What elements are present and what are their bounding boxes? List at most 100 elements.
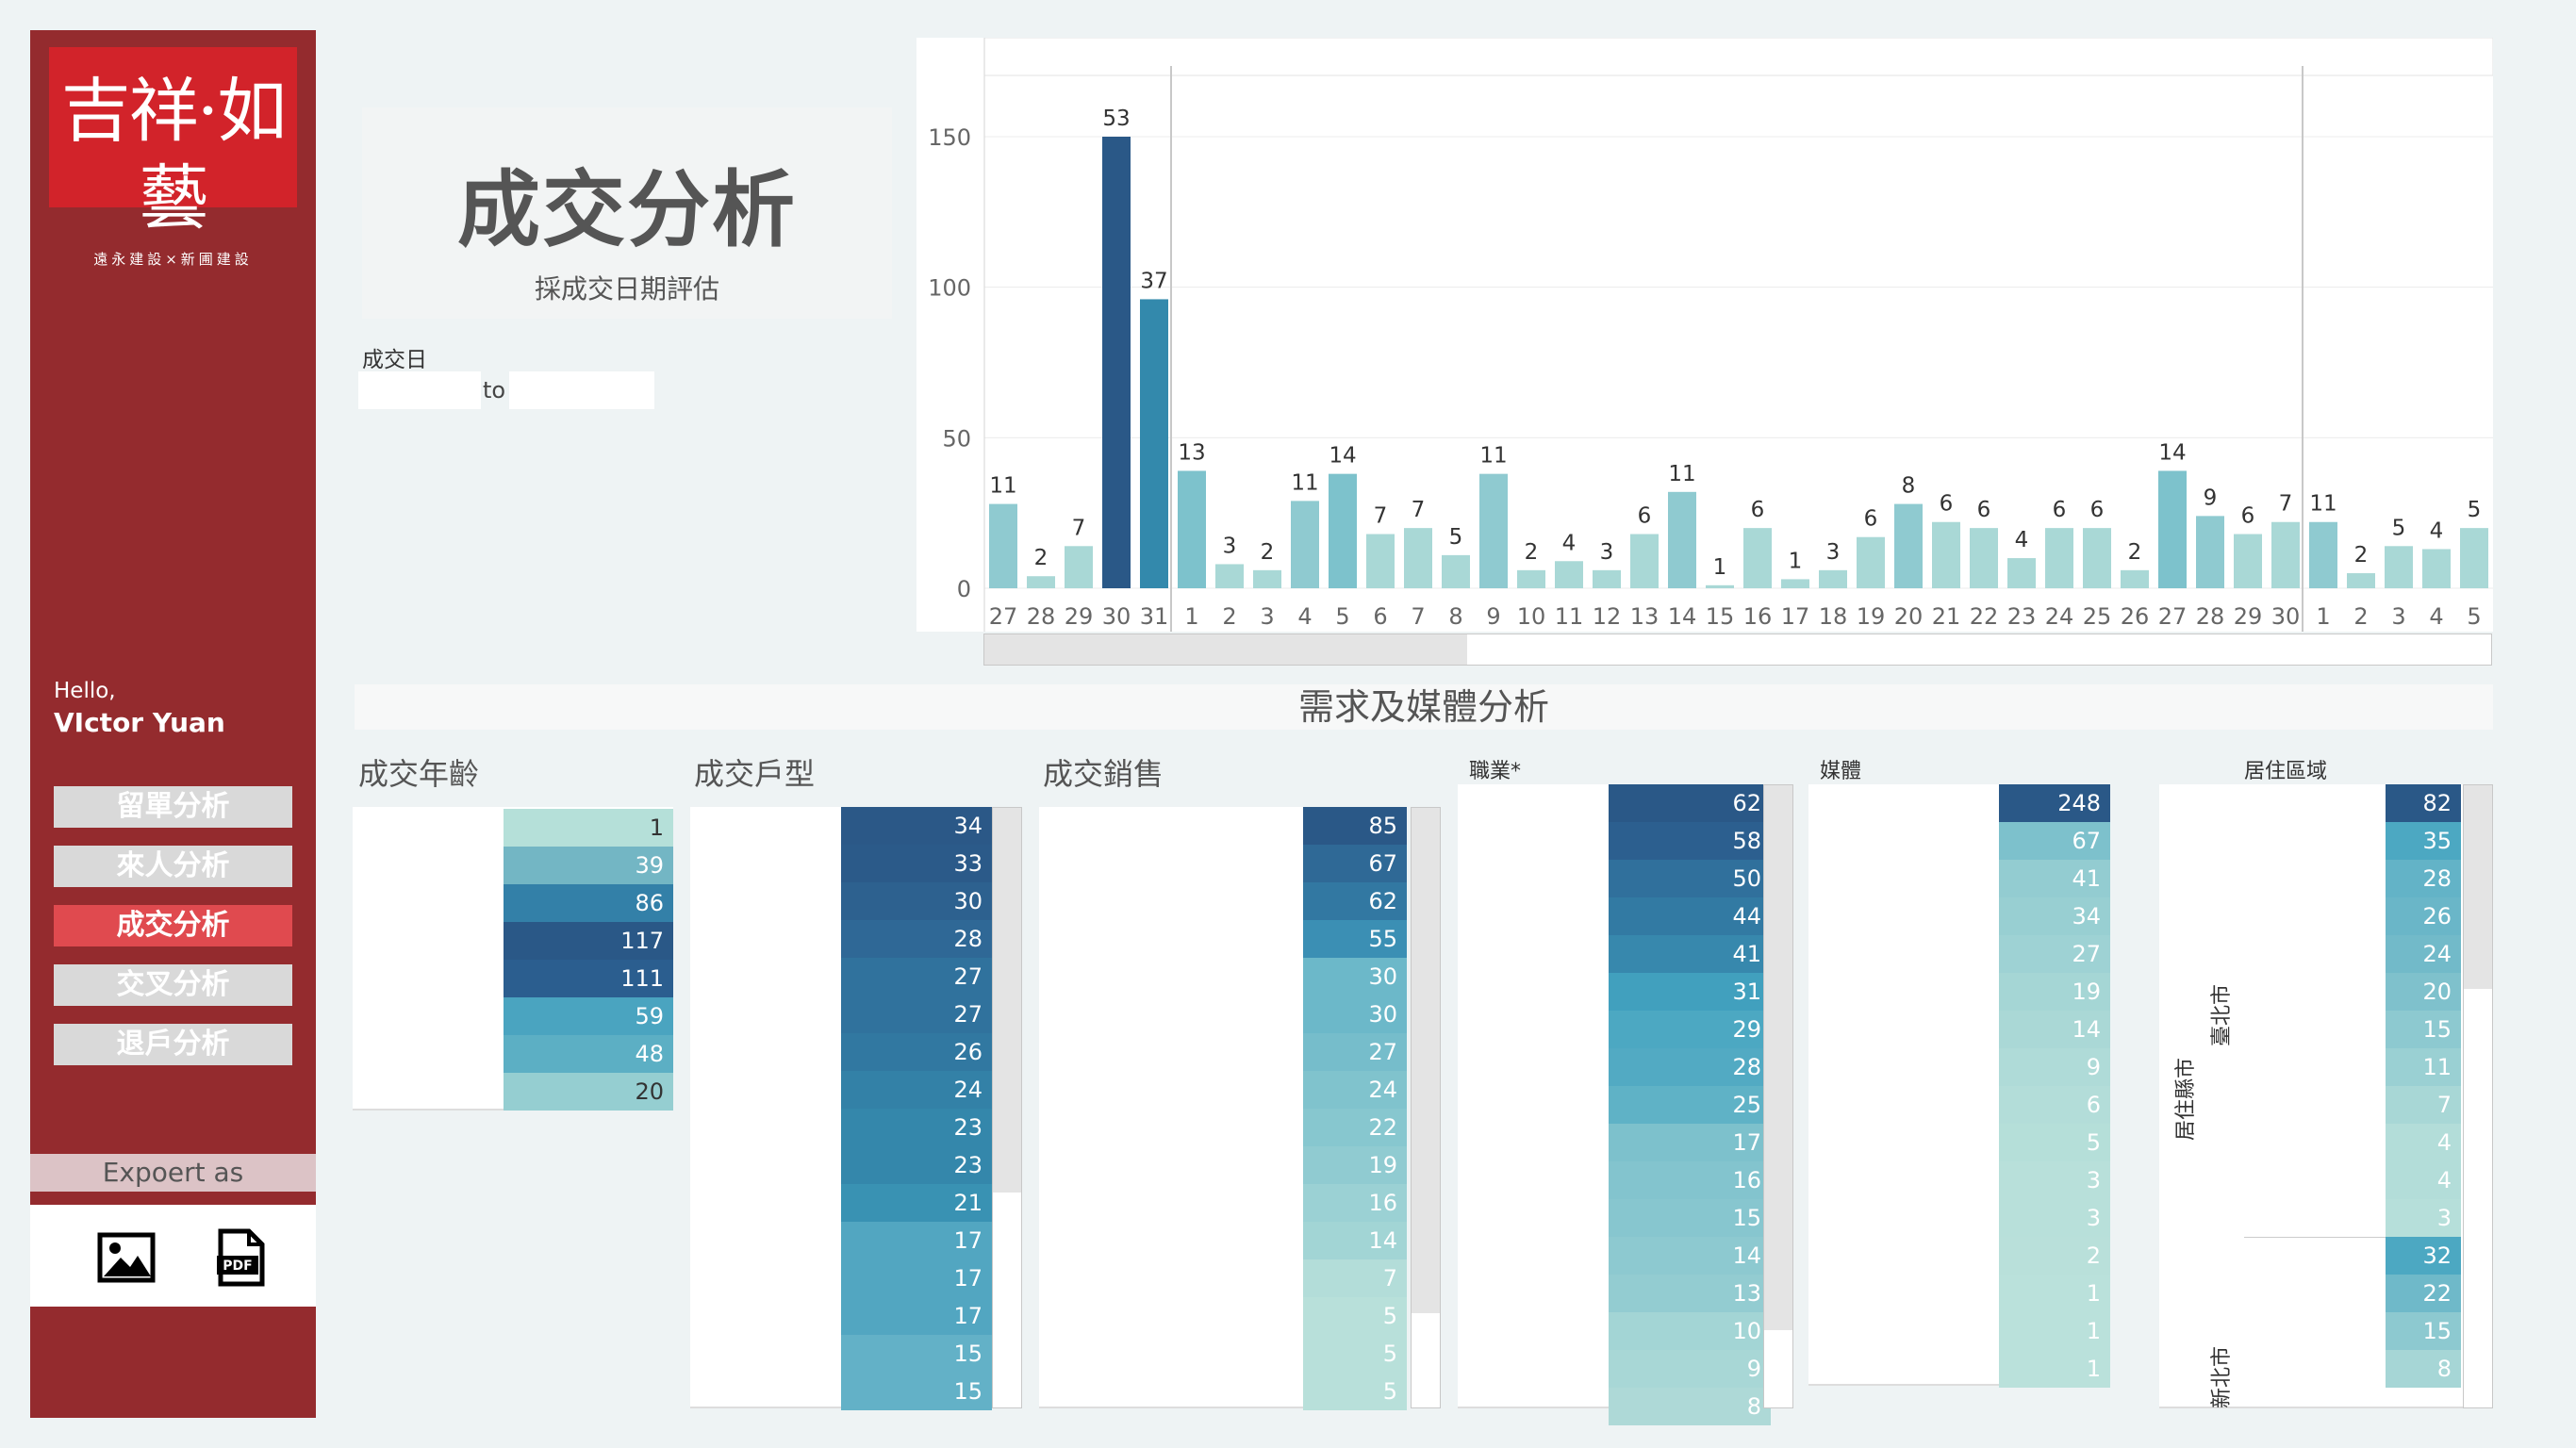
date-to-label: to bbox=[483, 377, 506, 403]
nav-retention-analysis[interactable]: 留單分析 bbox=[54, 786, 292, 828]
bar bbox=[1329, 473, 1357, 588]
table-cell: 20 bbox=[2386, 973, 2461, 1011]
table-cell: 17 bbox=[841, 1259, 992, 1297]
bar bbox=[2007, 558, 2036, 588]
unit-type-scrollbar[interactable] bbox=[992, 807, 1022, 1408]
bar-data-label: 3 bbox=[1223, 534, 1237, 558]
x-tick-label: 19 bbox=[1857, 603, 1886, 630]
bar-data-label: 5 bbox=[2468, 498, 2482, 522]
table-cell: 1 bbox=[1999, 1350, 2110, 1388]
bar bbox=[1630, 534, 1659, 588]
bar bbox=[1479, 473, 1508, 588]
scrollbar-thumb[interactable] bbox=[2464, 785, 2492, 989]
export-options: PDF bbox=[30, 1205, 316, 1307]
x-tick-label: 4 bbox=[2429, 603, 2443, 630]
table-cell: 14 bbox=[1303, 1222, 1407, 1259]
bar-data-label: 7 bbox=[1374, 504, 1388, 529]
bar bbox=[1668, 491, 1696, 588]
residence-panel: 82 35 28 26 24 20 15 11 7 4 4 3 32 22 15 8 bbox=[2159, 784, 2493, 1408]
chart-horizontal-scrollbar[interactable] bbox=[983, 634, 2492, 666]
bar-data-label: 6 bbox=[1864, 507, 1878, 532]
y-tick-label: 100 bbox=[928, 275, 971, 302]
logo-main-text: 吉祥·如藝 bbox=[60, 71, 288, 239]
x-tick-label: 29 bbox=[1065, 603, 1094, 630]
bar bbox=[1253, 569, 1281, 588]
bar-data-label: 7 bbox=[1412, 498, 1426, 522]
bar-data-label: 6 bbox=[2090, 498, 2105, 522]
table-cell: 28 bbox=[841, 920, 992, 958]
page-subtitle: 採成交日期評估 bbox=[534, 273, 719, 304]
x-tick-label: 8 bbox=[1448, 603, 1462, 630]
table-cell: 3 bbox=[1999, 1161, 2110, 1199]
table-cell: 7 bbox=[2386, 1086, 2461, 1124]
table-cell: 10 bbox=[1609, 1312, 1771, 1350]
x-tick-label: 16 bbox=[1743, 603, 1773, 630]
x-tick-label: 22 bbox=[1970, 603, 1999, 630]
bar bbox=[2271, 521, 2300, 588]
bar bbox=[2347, 573, 2375, 588]
residence-scrollbar[interactable] bbox=[2463, 784, 2493, 1408]
x-tick-label: 31 bbox=[1140, 603, 1169, 630]
section-title: 需求及媒體分析 bbox=[355, 684, 2493, 730]
residence-axis-label: 居住縣市 bbox=[2174, 1057, 2198, 1141]
bar-data-label: 6 bbox=[2053, 498, 2067, 522]
bar-chart-svg: 0501001501127228729533037311313223114145… bbox=[916, 38, 2493, 632]
scrollbar-thumb[interactable] bbox=[1412, 808, 1440, 1313]
image-icon[interactable] bbox=[96, 1227, 157, 1288]
table-cell: 82 bbox=[2386, 784, 2461, 822]
bar bbox=[2158, 470, 2187, 588]
table-cell: 17 bbox=[841, 1297, 992, 1335]
table-cell: 14 bbox=[1609, 1237, 1771, 1275]
scrollbar-thumb[interactable] bbox=[993, 808, 1021, 1193]
nav-cancel-analysis[interactable]: 退戶分析 bbox=[54, 1024, 292, 1065]
table-cell: 22 bbox=[2386, 1275, 2461, 1312]
bar bbox=[1366, 534, 1395, 588]
bar-data-label: 3 bbox=[1600, 540, 1614, 565]
table-cell: 15 bbox=[1609, 1199, 1771, 1237]
media-panel: 248 67 41 34 27 19 14 9 6 5 3 3 2 1 1 1 bbox=[1808, 784, 2110, 1388]
scrollbar-thumb[interactable] bbox=[1764, 785, 1792, 1330]
nav-cross-analysis[interactable]: 交叉分析 bbox=[54, 964, 292, 1006]
table-cell: 5 bbox=[1303, 1335, 1407, 1373]
occupation-panel-title: 職業* bbox=[1469, 760, 1522, 783]
table-cell: 26 bbox=[2386, 897, 2461, 935]
bar bbox=[989, 503, 1017, 588]
y-tick-label: 50 bbox=[942, 425, 971, 452]
table-cell: 41 bbox=[1999, 860, 2110, 897]
pdf-icon[interactable]: PDF bbox=[209, 1227, 270, 1288]
bar bbox=[1706, 584, 1734, 588]
bar bbox=[1743, 528, 1772, 588]
table-cell: 62 bbox=[1303, 882, 1407, 920]
table-cell: 32 bbox=[2386, 1237, 2461, 1275]
x-tick-label: 15 bbox=[1706, 603, 1735, 630]
table-cell: 22 bbox=[1303, 1109, 1407, 1146]
bar-data-label: 14 bbox=[1329, 444, 1356, 469]
table-cell: 3 bbox=[1999, 1199, 2110, 1237]
residence-group-taipei: 臺北市 bbox=[2210, 983, 2234, 1046]
date-from-input[interactable] bbox=[358, 371, 481, 409]
table-cell: 1 bbox=[1999, 1275, 2110, 1312]
bar bbox=[1404, 528, 1432, 588]
nav-deal-analysis[interactable]: 成交分析 bbox=[54, 905, 292, 946]
x-tick-label: 6 bbox=[1373, 603, 1387, 630]
date-to-input[interactable] bbox=[509, 371, 654, 409]
nav-visitor-analysis[interactable]: 來人分析 bbox=[54, 846, 292, 887]
x-tick-label: 26 bbox=[2121, 603, 2150, 630]
occupation-scrollbar[interactable] bbox=[1763, 784, 1793, 1408]
table-cell: 62 bbox=[1609, 784, 1771, 822]
bar-data-label: 5 bbox=[2392, 516, 2406, 540]
y-tick-label: 150 bbox=[928, 124, 971, 151]
table-cell: 26 bbox=[841, 1033, 992, 1071]
table-cell: 5 bbox=[1303, 1373, 1407, 1410]
table-cell: 85 bbox=[1303, 807, 1407, 845]
x-tick-label: 18 bbox=[1819, 603, 1848, 630]
table-cell: 86 bbox=[504, 884, 673, 922]
scrollbar-thumb[interactable] bbox=[984, 634, 1467, 665]
bar-data-label: 2 bbox=[1525, 540, 1539, 565]
table-cell: 16 bbox=[1609, 1161, 1771, 1199]
sales-scrollbar[interactable] bbox=[1411, 807, 1441, 1408]
x-tick-label: 1 bbox=[1184, 603, 1198, 630]
bar bbox=[1442, 554, 1470, 588]
x-tick-label: 30 bbox=[1102, 603, 1131, 630]
table-cell: 48 bbox=[504, 1035, 673, 1073]
